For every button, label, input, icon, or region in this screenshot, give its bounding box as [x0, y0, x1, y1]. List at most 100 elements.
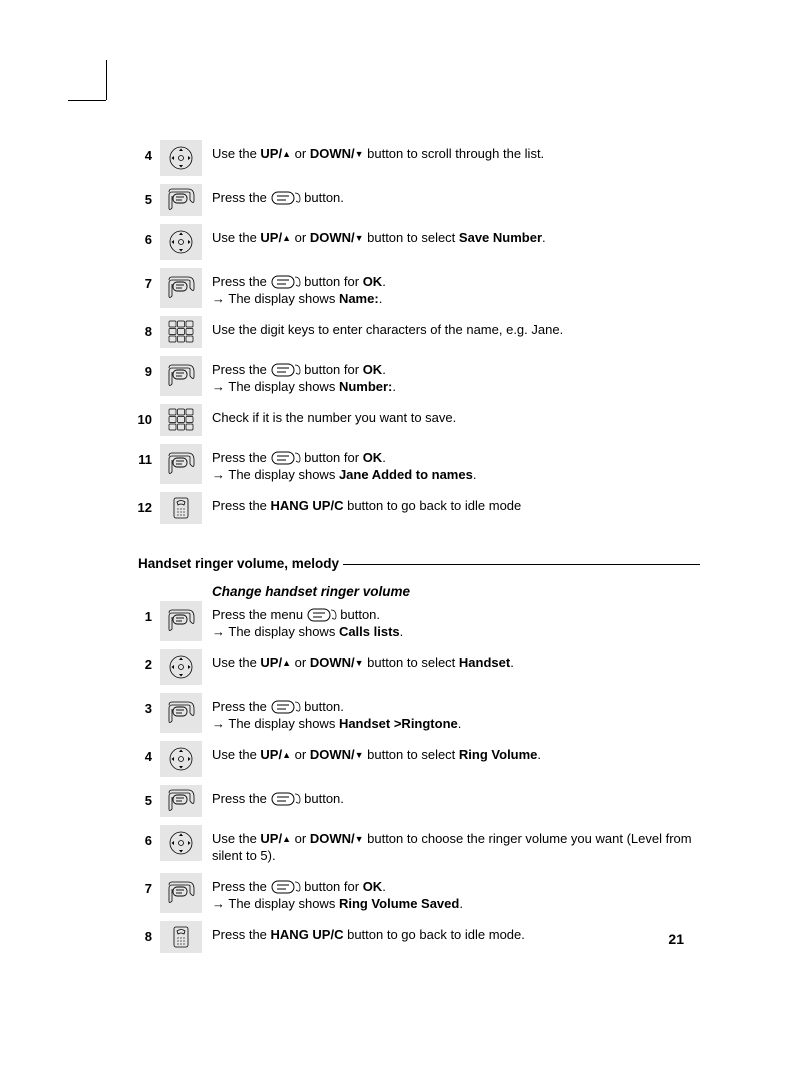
step-text: Check if it is the number you want to sa…	[202, 404, 700, 427]
step-text: Press the HANG UP/C button to go back to…	[202, 921, 700, 944]
step-icon-cell	[160, 649, 202, 685]
instruction-step: 12 Press the HANG UP/C button to go back…	[120, 492, 700, 524]
step-text: Use the UP/ or DOWN/ button to scroll th…	[202, 140, 700, 163]
menu-button-icon	[166, 450, 196, 478]
instruction-step: 5 Press the button.	[120, 785, 700, 817]
menu-button-icon	[271, 880, 301, 894]
step-text: Press the button.	[202, 184, 700, 207]
step-number: 4	[120, 741, 160, 764]
instruction-step: 6 Use the UP/ or DOWN/ button to select …	[120, 224, 700, 260]
step-text: Press the button for OK.→ The display sh…	[202, 873, 700, 913]
instruction-list-1: 4 Use the UP/ or DOWN/ button to scroll …	[120, 140, 700, 524]
instruction-step: 9 Press the button for OK.→ The display …	[120, 356, 700, 396]
menu-button-icon	[166, 879, 196, 907]
step-text: Use the UP/ or DOWN/ button to select Ha…	[202, 649, 700, 672]
step-icon-cell	[160, 921, 202, 953]
instruction-step: 1 Press the menu button.→ The display sh…	[120, 601, 700, 641]
step-number: 5	[120, 184, 160, 207]
menu-button-icon	[271, 792, 301, 806]
step-icon-cell	[160, 785, 202, 817]
menu-button-icon	[166, 362, 196, 390]
step-text: Use the UP/ or DOWN/ button to select Ri…	[202, 741, 700, 764]
step-number: 6	[120, 224, 160, 247]
keypad-icon	[166, 318, 196, 346]
step-icon-cell	[160, 224, 202, 260]
instruction-step: 6 Use the UP/ or DOWN/ button to choose …	[120, 825, 700, 865]
result-arrow-icon: →	[212, 291, 225, 306]
menu-button-icon	[307, 608, 337, 622]
section-heading: Handset ringer volume, melody	[130, 556, 343, 571]
step-icon-cell	[160, 404, 202, 436]
step-text: Press the button.	[202, 785, 700, 808]
step-text: Press the button for OK.→ The display sh…	[202, 356, 700, 396]
step-number: 1	[120, 601, 160, 624]
step-text: Press the button.→ The display shows Han…	[202, 693, 700, 733]
instruction-step: 4 Use the UP/ or DOWN/ button to select …	[120, 741, 700, 777]
instruction-list-2: 1 Press the menu button.→ The display sh…	[120, 601, 700, 953]
crop-mark-vertical	[106, 60, 107, 100]
step-icon-cell	[160, 741, 202, 777]
step-text: Press the menu button.→ The display show…	[202, 601, 700, 641]
section-divider: Handset ringer volume, melody	[130, 564, 700, 580]
nav-button-icon	[166, 745, 196, 773]
step-number: 5	[120, 785, 160, 808]
step-number: 7	[120, 873, 160, 896]
menu-button-icon	[271, 191, 301, 205]
nav-button-icon	[166, 653, 196, 681]
step-icon-cell	[160, 316, 202, 348]
instruction-step: 5 Press the button.	[120, 184, 700, 216]
step-number: 9	[120, 356, 160, 379]
instruction-step: 11 Press the button for OK.→ The display…	[120, 444, 700, 484]
result-arrow-icon: →	[212, 379, 225, 394]
menu-button-icon	[166, 186, 196, 214]
result-arrow-icon: →	[212, 716, 225, 731]
step-number: 11	[120, 444, 160, 467]
menu-button-icon	[271, 451, 301, 465]
step-text: Press the button for OK.→ The display sh…	[202, 444, 700, 484]
step-text: Use the digit keys to enter characters o…	[202, 316, 700, 339]
step-number: 12	[120, 492, 160, 515]
crop-mark-horizontal	[68, 100, 106, 101]
step-number: 2	[120, 649, 160, 672]
step-icon-cell	[160, 601, 202, 641]
hangup-button-icon	[166, 923, 196, 951]
menu-button-icon	[166, 787, 196, 815]
step-icon-cell	[160, 873, 202, 913]
step-icon-cell	[160, 140, 202, 176]
section-subheading: Change handset ringer volume	[212, 584, 700, 599]
step-text: Use the UP/ or DOWN/ button to choose th…	[202, 825, 700, 865]
step-text: Press the HANG UP/C button to go back to…	[202, 492, 700, 515]
menu-button-icon	[271, 700, 301, 714]
hangup-button-icon	[166, 494, 196, 522]
step-icon-cell	[160, 184, 202, 216]
step-icon-cell	[160, 444, 202, 484]
step-text: Press the button for OK.→ The display sh…	[202, 268, 700, 308]
step-number: 4	[120, 140, 160, 163]
menu-button-icon	[166, 274, 196, 302]
instruction-step: 8 Use the digit keys to enter characters…	[120, 316, 700, 348]
instruction-step: 7 Press the button for OK.→ The display …	[120, 268, 700, 308]
menu-button-icon	[271, 363, 301, 377]
instruction-step: 10 Check if it is the number you want to…	[120, 404, 700, 436]
step-number: 3	[120, 693, 160, 716]
step-icon-cell	[160, 492, 202, 524]
page-content: 4 Use the UP/ or DOWN/ button to scroll …	[120, 140, 700, 961]
step-icon-cell	[160, 356, 202, 396]
instruction-step: 8 Press the HANG UP/C button to go back …	[120, 921, 700, 953]
step-number: 7	[120, 268, 160, 291]
keypad-icon	[166, 406, 196, 434]
nav-button-icon	[166, 144, 196, 172]
instruction-step: 3 Press the button.→ The display shows H…	[120, 693, 700, 733]
result-arrow-icon: →	[212, 624, 225, 639]
instruction-step: 4 Use the UP/ or DOWN/ button to scroll …	[120, 140, 700, 176]
page-number: 21	[668, 931, 684, 947]
menu-button-icon	[166, 607, 196, 635]
menu-button-icon	[271, 275, 301, 289]
step-text: Use the UP/ or DOWN/ button to select Sa…	[202, 224, 700, 247]
result-arrow-icon: →	[212, 467, 225, 482]
nav-button-icon	[166, 829, 196, 857]
menu-button-icon	[166, 699, 196, 727]
result-arrow-icon: →	[212, 896, 225, 911]
step-number: 8	[120, 316, 160, 339]
step-number: 6	[120, 825, 160, 848]
